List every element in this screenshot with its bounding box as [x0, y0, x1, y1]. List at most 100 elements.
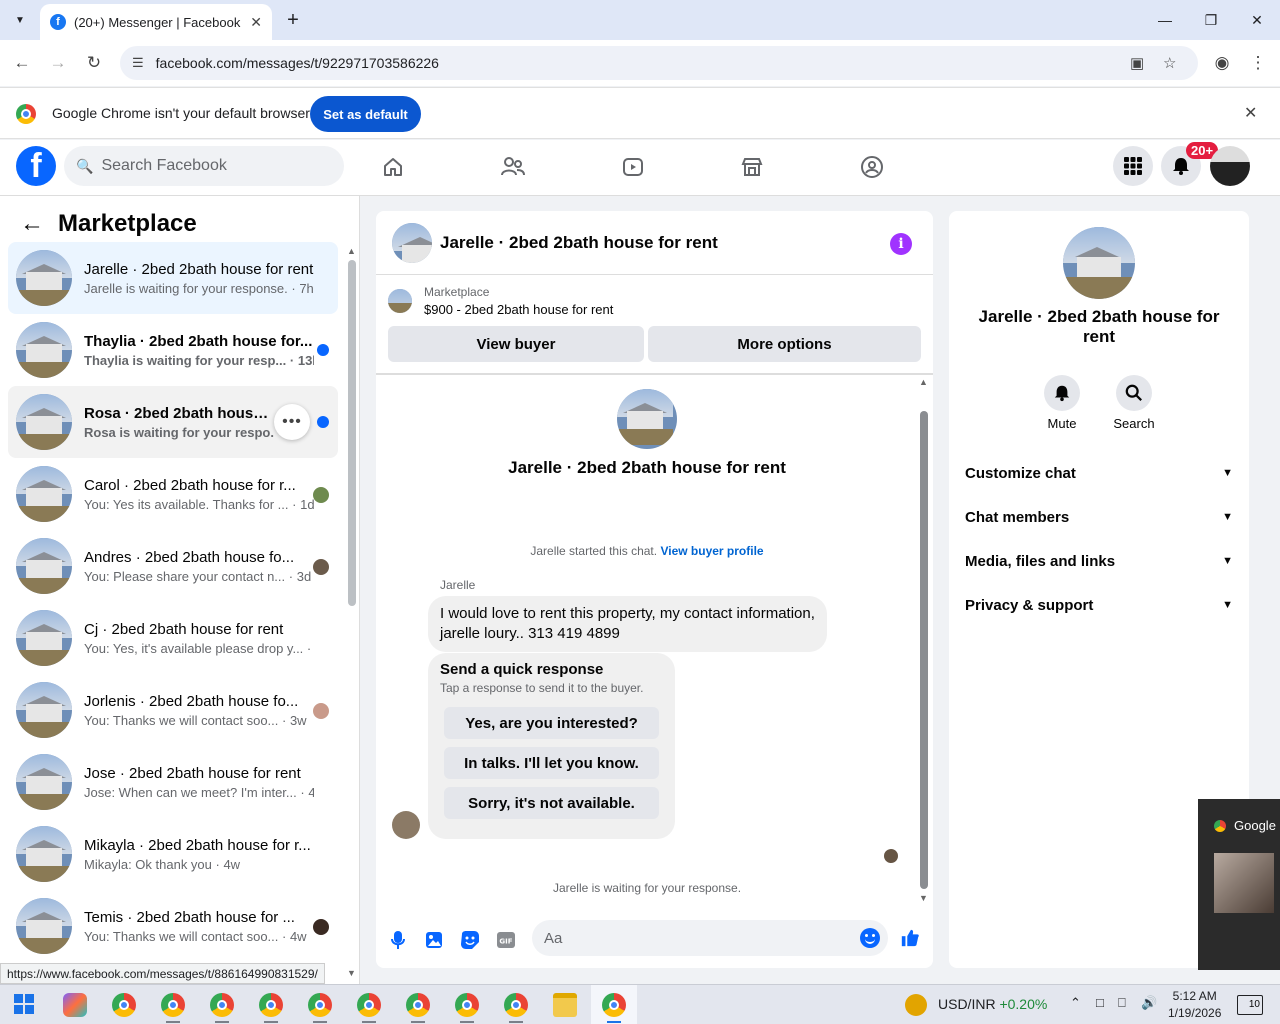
listing-title[interactable]: $900 - 2bed 2bath house for rent — [424, 302, 613, 317]
conversation-item[interactable]: Andres · 2bed 2bath house fo... You: Ple… — [8, 530, 338, 602]
conversation-item[interactable]: Jorlenis · 2bed 2bath house fo... You: T… — [8, 674, 338, 746]
chrome-taskbar-icon[interactable] — [112, 993, 136, 1017]
scroll-down-arrow[interactable]: ▼ — [347, 968, 356, 978]
conversation-item[interactable]: Mikayla · 2bed 2bath house for r... Mika… — [8, 818, 338, 890]
marketplace-icon[interactable] — [737, 152, 767, 182]
quick-reply-button[interactable]: Yes, are you interested? — [444, 707, 659, 739]
conversation-item[interactable]: Cj · 2bed 2bath house for rent You: Yes,… — [8, 602, 338, 674]
chrome-profile-taskbar-icon[interactable] — [455, 993, 479, 1017]
chrome-profile-taskbar-icon[interactable] — [602, 993, 626, 1017]
scroll-up-arrow[interactable]: ▲ — [919, 377, 928, 387]
chrome-profile-taskbar-icon[interactable] — [406, 993, 430, 1017]
message-input[interactable] — [544, 929, 844, 947]
chrome-profile-taskbar-icon[interactable] — [259, 993, 283, 1017]
friends-icon[interactable] — [498, 152, 528, 182]
listing-thumbnail — [16, 682, 72, 738]
browser-tab[interactable]: f (20+) Messenger | Facebook ✕ — [40, 4, 272, 40]
profile-icon[interactable]: ◉ — [1209, 50, 1235, 76]
conversation-item[interactable]: Rosa · 2bed 2bath house for Rosa is wait… — [8, 386, 338, 458]
like-thumb-icon[interactable] — [900, 928, 920, 948]
chat-avatar[interactable] — [392, 222, 432, 263]
groups-icon[interactable] — [857, 152, 887, 182]
install-app-icon[interactable]: ▣ — [1130, 54, 1144, 72]
privacy-support-section[interactable]: Privacy & support ▼ — [965, 585, 1233, 625]
customize-chat-section[interactable]: Customize chat ▼ — [965, 453, 1233, 493]
tab-search-button[interactable]: ▼ — [8, 8, 32, 32]
video-icon[interactable] — [618, 152, 648, 182]
facebook-search-input[interactable] — [101, 157, 322, 175]
close-infobar-icon[interactable]: ✕ — [1244, 103, 1257, 123]
reload-button[interactable]: ↻ — [81, 50, 107, 76]
sticker-icon[interactable] — [460, 930, 480, 950]
media-files-links-section[interactable]: Media, files and links ▼ — [965, 541, 1233, 581]
currency-widget[interactable]: USD/INR +0.20% — [938, 996, 1047, 1012]
close-window-button[interactable]: ✕ — [1234, 0, 1280, 40]
view-buyer-button[interactable]: View buyer — [388, 326, 644, 362]
minimize-button[interactable]: — — [1142, 0, 1188, 40]
bookmark-star-icon[interactable]: ☆ — [1163, 54, 1176, 72]
quick-reply-button[interactable]: Sorry, it's not available. — [444, 787, 659, 819]
quick-reply-button[interactable]: In talks. I'll let you know. — [444, 747, 659, 779]
chrome-profile-taskbar-icon[interactable] — [210, 993, 234, 1017]
close-tab-icon[interactable]: ✕ — [250, 14, 262, 31]
restore-button[interactable]: ❐ — [1188, 0, 1234, 40]
microphone-icon[interactable] — [388, 930, 408, 950]
conversation-item[interactable]: Carol · 2bed 2bath house for r... You: Y… — [8, 458, 338, 530]
floating-video-preview[interactable]: Google — [1198, 799, 1280, 970]
conversation-item[interactable]: Thaylia · 2bed 2bath house for... Thayli… — [8, 314, 338, 386]
sidebar-scrollbar[interactable] — [348, 260, 356, 606]
set-as-default-button[interactable]: Set as default — [310, 96, 421, 132]
home-icon[interactable] — [378, 152, 408, 182]
chat-title[interactable]: Jarelle · 2bed 2bath house for rent — [440, 233, 718, 253]
message-input-field[interactable] — [532, 920, 888, 956]
scroll-down-arrow[interactable]: ▼ — [919, 893, 928, 903]
message-bubble[interactable]: I would love to rent this property, my c… — [428, 596, 827, 652]
omnibox[interactable]: ☰ facebook.com/messages/t/92297170358622… — [120, 46, 1198, 80]
copilot-icon[interactable] — [63, 993, 87, 1017]
back-arrow-icon[interactable]: ← — [20, 210, 44, 238]
chat-scrollbar[interactable] — [920, 411, 928, 889]
chrome-profile-taskbar-icon[interactable] — [308, 993, 332, 1017]
menu-kebab-icon[interactable]: ⋮ — [1245, 50, 1271, 76]
back-button[interactable]: ← — [9, 50, 35, 76]
chrome-profile-taskbar-icon[interactable] — [504, 993, 528, 1017]
menu-grid-icon[interactable] — [1113, 146, 1153, 186]
volume-icon[interactable]: 🔊 — [1141, 995, 1165, 1019]
view-buyer-profile-link[interactable]: View buyer profile — [660, 544, 763, 558]
meet-now-icon[interactable]: □ — [1096, 995, 1120, 1019]
info-icon[interactable]: i — [890, 233, 912, 255]
gif-icon[interactable]: GIF — [496, 930, 516, 950]
conversation-item[interactable]: Jarelle · 2bed 2bath house for rent Jare… — [8, 242, 338, 314]
account-avatar[interactable] — [1210, 146, 1250, 186]
forward-button[interactable]: → — [45, 50, 71, 76]
scroll-up-arrow[interactable]: ▲ — [347, 246, 356, 256]
notification-center-icon[interactable]: 10 — [1237, 995, 1263, 1015]
network-icon[interactable]: ⎕ — [1118, 995, 1142, 1019]
photo-icon[interactable] — [424, 930, 444, 950]
chevron-up-icon[interactable]: ⌃ — [1070, 995, 1094, 1019]
facebook-search[interactable]: 🔍 — [64, 146, 344, 186]
conversation-item[interactable]: Temis · 2bed 2bath house for ... You: Th… — [8, 890, 338, 962]
new-tab-button[interactable]: + — [282, 8, 304, 32]
more-options-button[interactable]: More options — [648, 326, 921, 362]
facebook-logo-icon[interactable]: f — [16, 146, 56, 186]
chrome-profile-taskbar-icon[interactable] — [357, 993, 381, 1017]
conversation-name: Jarelle · 2bed 2bath house for rent — [84, 260, 314, 278]
url-text[interactable]: facebook.com/messages/t/922971703586226 — [156, 55, 439, 71]
mute-action[interactable]: Mute — [1032, 375, 1092, 431]
listing-thumbnail — [16, 394, 72, 450]
more-options-button[interactable]: ••• — [274, 404, 310, 440]
emoji-icon[interactable] — [860, 928, 880, 948]
chrome-logo-icon — [16, 104, 36, 124]
windows-start-icon[interactable] — [13, 993, 37, 1017]
site-settings-icon[interactable]: ☰ — [132, 55, 144, 71]
clock[interactable]: 5:12 AM 1/19/2026 — [1168, 988, 1221, 1022]
mute-label: Mute — [1047, 416, 1077, 431]
chevron-down-icon: ▼ — [1222, 599, 1233, 611]
search-action[interactable]: Search — [1104, 375, 1164, 431]
conversation-item[interactable]: Jose · 2bed 2bath house for rent Jose: W… — [8, 746, 338, 818]
chat-members-section[interactable]: Chat members ▼ — [965, 497, 1233, 537]
file-explorer-icon[interactable] — [553, 993, 577, 1017]
currency-widget-icon[interactable] — [905, 994, 927, 1016]
chrome-profile-taskbar-icon[interactable] — [161, 993, 185, 1017]
